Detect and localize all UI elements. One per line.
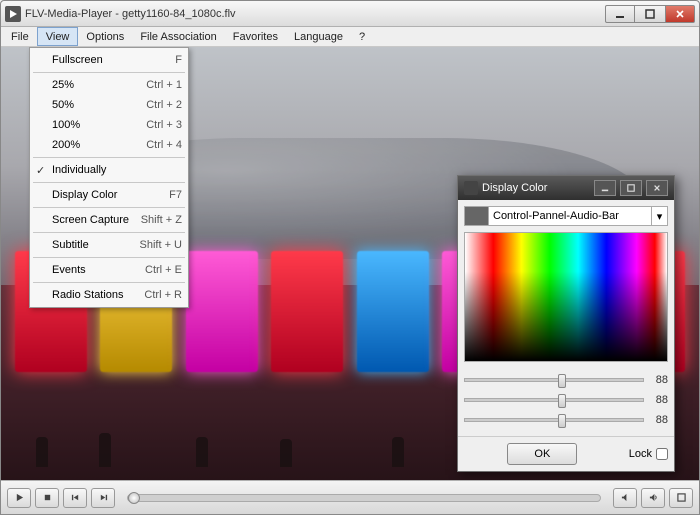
- seek-knob[interactable]: [128, 492, 140, 504]
- lock-checkbox[interactable]: [656, 448, 668, 460]
- menu-separator: [33, 157, 185, 158]
- slider-1-value: 88: [650, 374, 668, 386]
- slider-3-value: 88: [650, 414, 668, 426]
- menu-item-display-color[interactable]: Display ColorF7: [32, 185, 186, 205]
- prev-button[interactable]: [63, 488, 87, 508]
- ok-button[interactable]: OK: [507, 443, 577, 465]
- view-dropdown: FullscreenF 25%Ctrl + 1 50%Ctrl + 2 100%…: [29, 47, 189, 308]
- lock-label: Lock: [629, 448, 652, 460]
- seek-bar[interactable]: [127, 494, 601, 502]
- main-window: FLV-Media-Player - getty1160-84_1080c.fl…: [0, 0, 700, 515]
- dialog-minimize-button[interactable]: [594, 180, 616, 196]
- menubar: File View Options File Association Favor…: [1, 27, 699, 47]
- menu-separator: [33, 207, 185, 208]
- menu-separator: [33, 257, 185, 258]
- slider-thumb[interactable]: [558, 394, 566, 408]
- slider-2[interactable]: [464, 398, 644, 402]
- menu-item-subtitle[interactable]: SubtitleShift + U: [32, 235, 186, 255]
- slider-3[interactable]: [464, 418, 644, 422]
- menu-file-association[interactable]: File Association: [132, 27, 224, 46]
- slider-row-3: 88: [464, 410, 668, 430]
- stop-button[interactable]: [35, 488, 59, 508]
- window-title: FLV-Media-Player - getty1160-84_1080c.fl…: [25, 8, 605, 20]
- menu-separator: [33, 182, 185, 183]
- menu-separator: [33, 72, 185, 73]
- menu-item-events[interactable]: EventsCtrl + E: [32, 260, 186, 280]
- maximize-button[interactable]: [635, 5, 665, 23]
- slider-1[interactable]: [464, 378, 644, 382]
- playback-controls: [1, 480, 699, 514]
- dialog-title: Display Color: [482, 182, 594, 194]
- mute-button[interactable]: [613, 488, 637, 508]
- app-icon: [5, 6, 21, 22]
- dialog-close-button[interactable]: [646, 180, 668, 196]
- menu-options[interactable]: Options: [78, 27, 132, 46]
- menu-item-fullscreen[interactable]: FullscreenF: [32, 50, 186, 70]
- menu-favorites[interactable]: Favorites: [225, 27, 286, 46]
- dialog-app-icon: [464, 181, 478, 195]
- titlebar[interactable]: FLV-Media-Player - getty1160-84_1080c.fl…: [1, 1, 699, 27]
- menu-help[interactable]: ?: [351, 27, 373, 46]
- dialog-titlebar[interactable]: Display Color: [458, 176, 674, 200]
- window-buttons: [605, 5, 695, 23]
- menu-separator: [33, 282, 185, 283]
- volume-button[interactable]: [641, 488, 665, 508]
- menu-item-screen-capture[interactable]: Screen CaptureShift + Z: [32, 210, 186, 230]
- play-button[interactable]: [7, 488, 31, 508]
- dialog-maximize-button[interactable]: [620, 180, 642, 196]
- menu-item-zoom-25[interactable]: 25%Ctrl + 1: [32, 75, 186, 95]
- chevron-down-icon[interactable]: ▾: [651, 207, 667, 225]
- display-color-dialog[interactable]: Display Color Control-Pannel-Audio-Bar ▾: [457, 175, 675, 472]
- color-sliders: 88 88 88: [464, 370, 668, 430]
- menu-separator: [33, 232, 185, 233]
- fullscreen-button[interactable]: [669, 488, 693, 508]
- minimize-button[interactable]: [605, 5, 635, 23]
- target-value: Control-Pannel-Audio-Bar: [489, 207, 651, 225]
- menu-item-zoom-200[interactable]: 200%Ctrl + 4: [32, 135, 186, 155]
- video-area[interactable]: FullscreenF 25%Ctrl + 1 50%Ctrl + 2 100%…: [1, 47, 699, 480]
- menu-item-zoom-50[interactable]: 50%Ctrl + 2: [32, 95, 186, 115]
- color-picker[interactable]: [464, 232, 668, 362]
- slider-thumb[interactable]: [558, 414, 566, 428]
- check-icon: ✓: [36, 164, 45, 177]
- menu-item-radio-stations[interactable]: Radio StationsCtrl + R: [32, 285, 186, 305]
- next-button[interactable]: [91, 488, 115, 508]
- menu-item-zoom-100[interactable]: 100%Ctrl + 3: [32, 115, 186, 135]
- slider-2-value: 88: [650, 394, 668, 406]
- slider-thumb[interactable]: [558, 374, 566, 388]
- lock-control: Lock: [629, 448, 668, 460]
- menu-item-individually[interactable]: ✓Individually: [32, 160, 186, 180]
- target-swatch: [465, 207, 489, 225]
- menu-file[interactable]: File: [3, 27, 37, 46]
- target-combo[interactable]: Control-Pannel-Audio-Bar ▾: [464, 206, 668, 226]
- menu-language[interactable]: Language: [286, 27, 351, 46]
- close-button[interactable]: [665, 5, 695, 23]
- menu-view[interactable]: View: [37, 27, 79, 46]
- slider-row-2: 88: [464, 390, 668, 410]
- slider-row-1: 88: [464, 370, 668, 390]
